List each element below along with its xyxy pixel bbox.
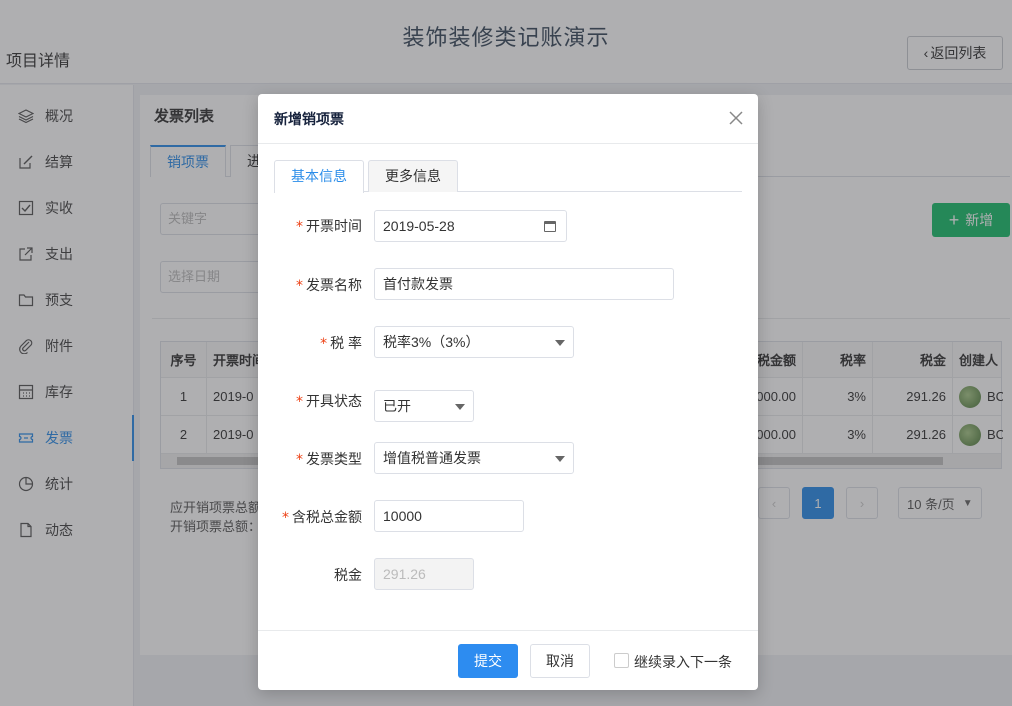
tax-amount-value: 291.26 (383, 566, 426, 582)
modal-title: 新增销项票 (274, 111, 344, 127)
required-mark: * (296, 394, 303, 410)
invoice-name-label: * 发票名称 (296, 277, 362, 294)
total-amount-label: * 含税总金额 (282, 509, 362, 526)
chevron-down-icon (555, 340, 565, 346)
calendar-icon (544, 221, 556, 232)
required-mark: * (282, 510, 289, 526)
new-invoice-dialog: 新增销项票 基本信息 更多信息 * 开票时间 2019-05-28 * 发票名称 首… (258, 94, 758, 690)
required-mark: * (296, 278, 303, 294)
close-icon[interactable] (726, 108, 746, 128)
modal-footer: 提交 取消 继续录入下一条 (258, 630, 758, 690)
chevron-down-icon (555, 456, 565, 462)
invoice-name-input[interactable]: 首付款发票 (374, 268, 674, 300)
invoice-date-picker[interactable]: 2019-05-28 (374, 210, 567, 242)
submit-button[interactable]: 提交 (458, 644, 518, 678)
required-mark: * (320, 336, 328, 352)
invoice-type-label: * 发票类型 (296, 451, 362, 468)
invoice-date-label: * 开票时间 (296, 218, 362, 235)
modal-tabs: 基本信息 更多信息 (274, 160, 742, 193)
issue-status-label: * 开具状态 (296, 393, 362, 410)
issue-status-value: 已开 (383, 398, 411, 414)
tax-rate-label: * 税 率 (320, 335, 362, 352)
tax-amount-label: 税金 (334, 567, 362, 583)
modal-header: 新增销项票 (258, 94, 758, 144)
tab-basic-info[interactable]: 基本信息 (274, 160, 364, 193)
chevron-down-icon (455, 404, 465, 410)
total-amount-input[interactable]: 10000 (374, 500, 524, 532)
continue-entry-label[interactable]: 继续录入下一条 (634, 652, 732, 672)
invoice-date-value: 2019-05-28 (383, 218, 455, 234)
invoice-type-select[interactable]: 增值税普通发票 (374, 442, 574, 474)
required-mark: * (296, 452, 303, 468)
required-mark: * (296, 219, 303, 235)
total-amount-value: 10000 (383, 508, 422, 524)
cancel-button[interactable]: 取消 (530, 644, 590, 678)
invoice-name-value: 首付款发票 (383, 276, 453, 292)
tax-rate-select[interactable]: 税率3%（3%） (374, 326, 574, 358)
tab-more-info[interactable]: 更多信息 (368, 160, 458, 192)
tax-rate-value: 税率3%（3%） (383, 334, 480, 350)
tax-amount-input: 291.26 (374, 558, 474, 590)
issue-status-select[interactable]: 已开 (374, 390, 474, 422)
invoice-type-value: 增值税普通发票 (383, 450, 481, 466)
continue-entry-checkbox[interactable] (614, 653, 629, 668)
